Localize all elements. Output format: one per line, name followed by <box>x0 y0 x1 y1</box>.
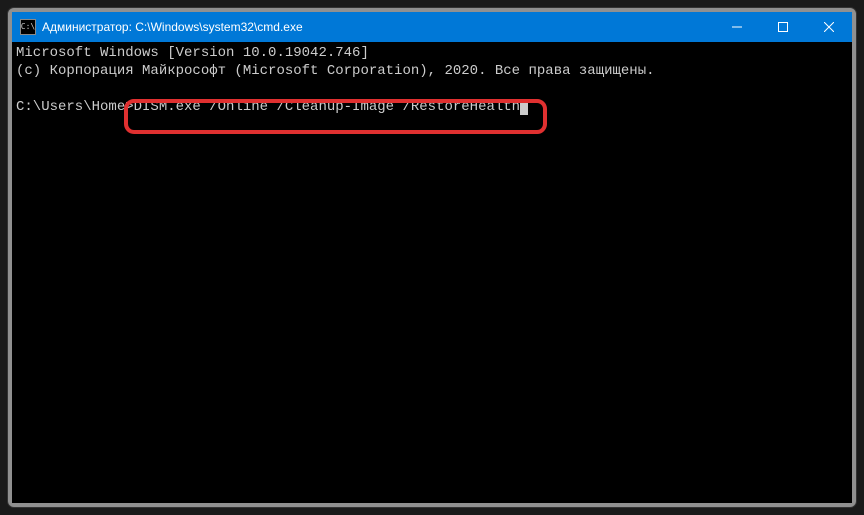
command-input[interactable]: DISM.exe /Online /Cleanup-Image /Restore… <box>134 99 520 115</box>
output-line: Microsoft Windows [Version 10.0.19042.74… <box>16 45 369 61</box>
cmd-icon-glyph: C:\ <box>21 23 35 31</box>
cmd-window: C:\ Администратор: C:\Windows\system32\c… <box>8 8 856 507</box>
close-button[interactable] <box>806 12 852 42</box>
terminal-area[interactable]: Microsoft Windows [Version 10.0.19042.74… <box>12 42 852 503</box>
cmd-icon: C:\ <box>20 19 36 35</box>
minimize-button[interactable] <box>714 12 760 42</box>
prompt-text: C:\Users\Home> <box>16 99 134 115</box>
maximize-icon <box>778 22 788 32</box>
text-cursor <box>520 100 528 115</box>
output-line: (c) Корпорация Майкрософт (Microsoft Cor… <box>16 63 655 79</box>
prompt-line: C:\Users\Home>DISM.exe /Online /Cleanup-… <box>16 99 528 115</box>
close-icon <box>824 22 834 32</box>
titlebar[interactable]: C:\ Администратор: C:\Windows\system32\c… <box>12 12 852 42</box>
minimize-icon <box>732 22 742 32</box>
maximize-button[interactable] <box>760 12 806 42</box>
window-title: Администратор: C:\Windows\system32\cmd.e… <box>42 20 303 34</box>
